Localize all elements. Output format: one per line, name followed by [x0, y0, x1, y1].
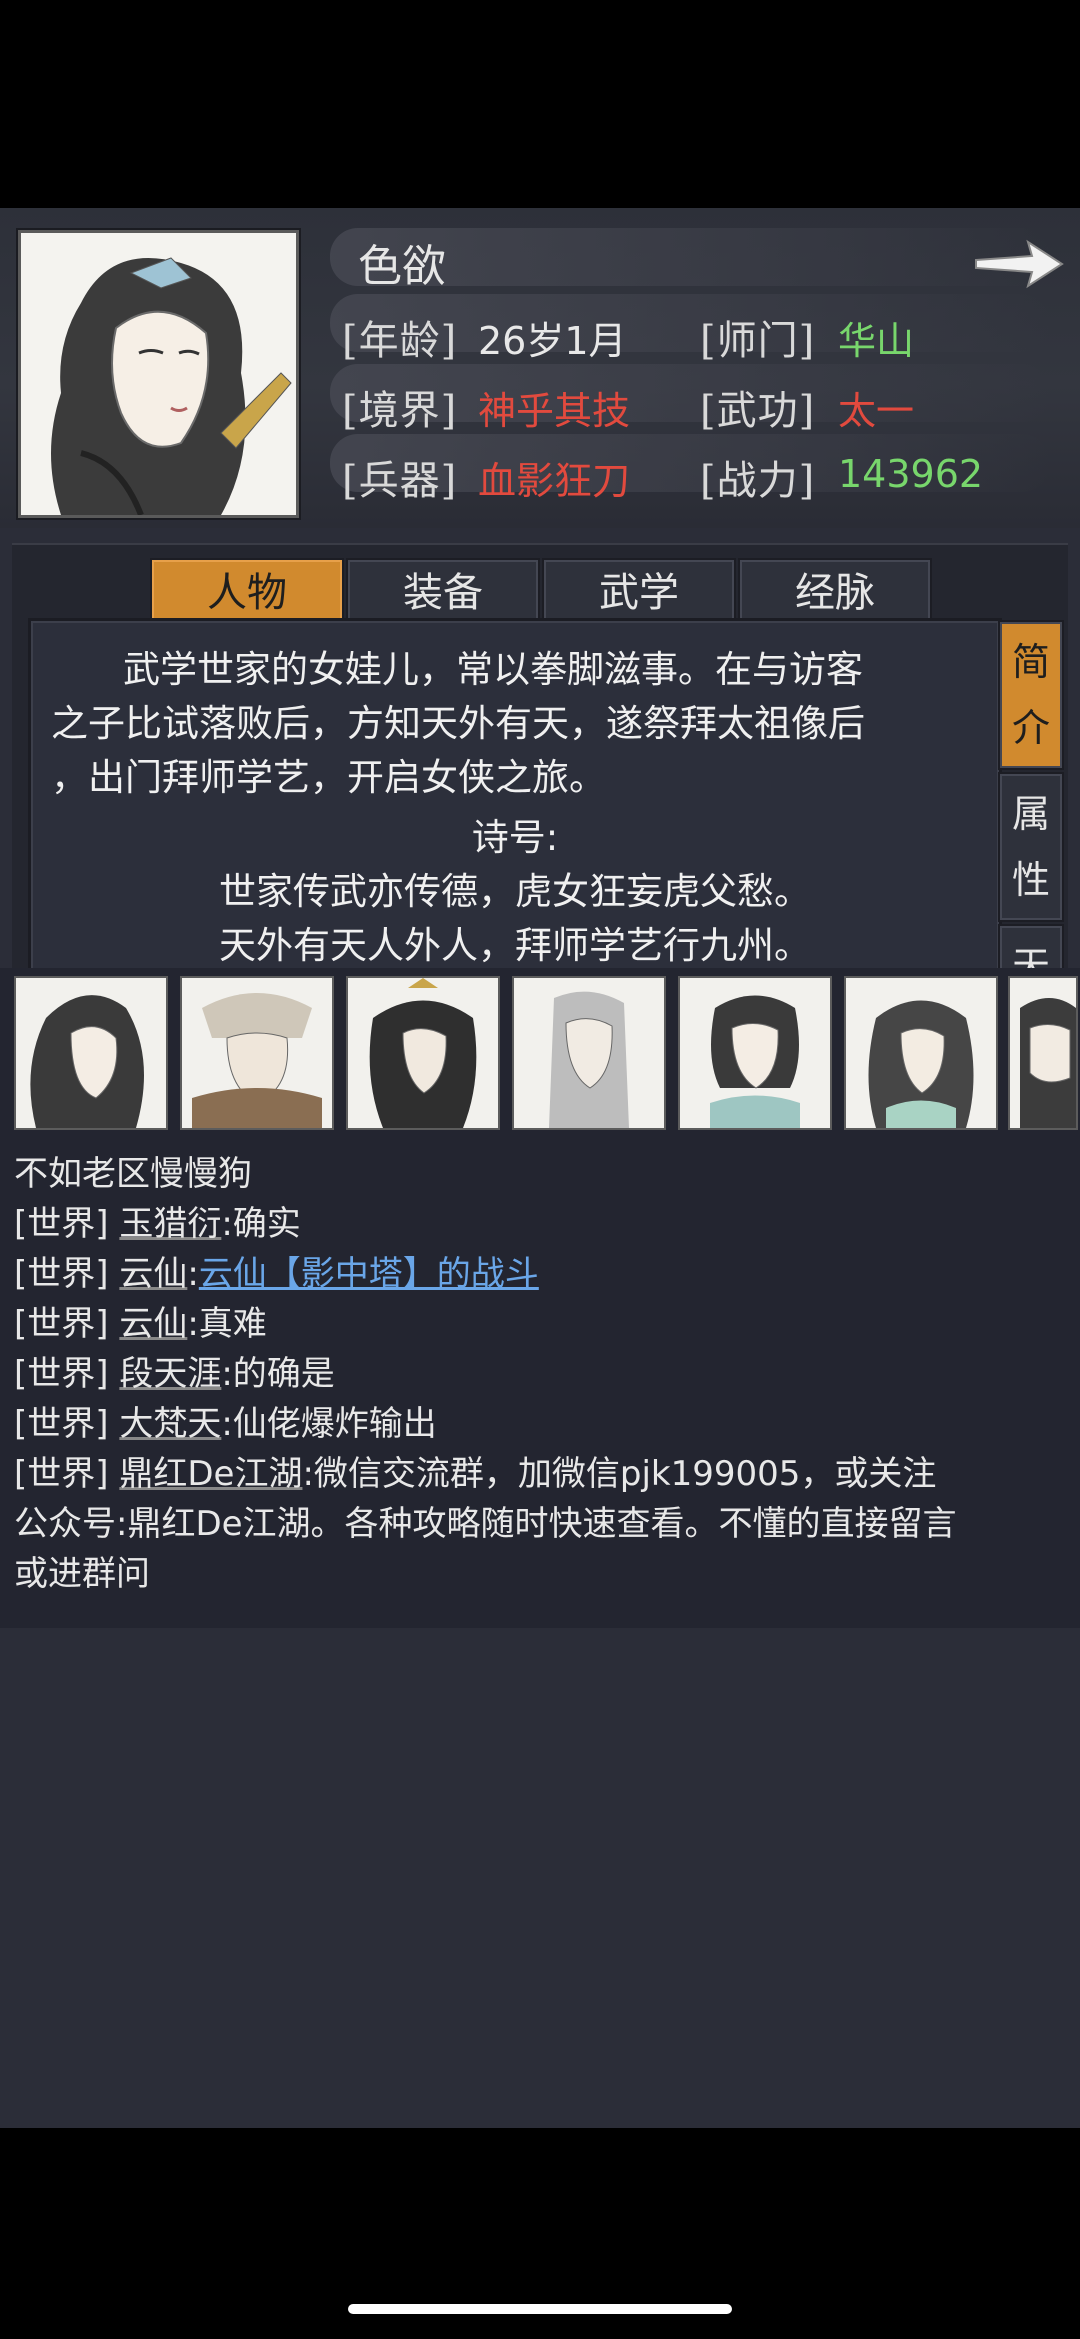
poem-title: 诗号:: [471, 816, 559, 859]
chat-area[interactable]: 不如老区慢慢狗 [世界] 玉猎衍:确实 [世界] 云仙:云仙【影中塔】的战斗 […: [0, 968, 1080, 1628]
sect-label: [师门]: [700, 318, 816, 364]
chat-username[interactable]: 鼎红De江湖: [119, 1454, 302, 1494]
power-label: [战力]: [700, 458, 816, 504]
character-thumbnail[interactable]: [346, 976, 500, 1130]
side-tab-attributes[interactable]: 属 性: [998, 772, 1064, 922]
bio-line-1: 武学世家的女娃儿，常以拳脚滋事。在与访客: [123, 648, 863, 691]
bio-line-3: ，出门拜师学艺，开启女侠之旅。: [51, 756, 606, 799]
chat-message: [世界] 玉猎衍:确实: [14, 1204, 301, 1244]
age-label: [年龄]: [342, 318, 458, 364]
weapon-label: [兵器]: [342, 458, 458, 504]
home-indicator[interactable]: [348, 2304, 732, 2314]
character-screen: 色欲 [年龄] 26岁1月 [师门] 华山 [境界] 神乎其技 [武功] 太一 …: [0, 208, 1080, 2128]
bio-text: 武学世家的女娃儿，常以拳脚滋事。在与访客 之子比试落败后，方知天外有天，遂祭拜太…: [51, 643, 981, 805]
realm-label: [境界]: [342, 388, 458, 434]
realm-value: 神乎其技: [478, 389, 631, 433]
chat-message: [世界] 段天涯:的确是: [14, 1354, 335, 1394]
battle-link[interactable]: 云仙【影中塔】的战斗: [199, 1254, 539, 1294]
poem: 诗号: 世家传武亦传德，虎女狂妄虎父愁。 天外有天人外人，拜师学艺行九州。: [31, 811, 999, 973]
next-arrow-icon[interactable]: [970, 234, 1066, 294]
character-name: 色欲: [358, 241, 446, 292]
bio-line-2: 之子比试落败后，方知天外有天，遂祭拜太祖像后: [51, 702, 865, 745]
character-portrait[interactable]: [18, 230, 299, 518]
chat-message-continued: 公众号:鼎红De江湖。各种攻略随时快速查看。不懂的直接留言: [14, 1504, 957, 1544]
character-header: 色欲 [年龄] 26岁1月 [师门] 华山 [境界] 神乎其技 [武功] 太一 …: [0, 208, 1080, 528]
skill-label: [武功]: [700, 388, 816, 434]
chat-message-continued: 或进群问: [14, 1554, 150, 1594]
poem-line-2: 天外有天人外人，拜师学艺行九州。: [219, 924, 811, 967]
chat-username[interactable]: 段天涯: [119, 1354, 221, 1394]
chat-username[interactable]: 玉猎衍: [119, 1204, 221, 1244]
character-thumbnail[interactable]: [678, 976, 832, 1130]
character-thumbnail[interactable]: [844, 976, 998, 1130]
power-value: 143962: [838, 452, 984, 496]
weapon-value: 血影狂刀: [478, 459, 631, 503]
chat-message: [世界] 大梵天:仙佬爆炸输出: [14, 1404, 437, 1444]
chat-username[interactable]: 大梵天: [119, 1404, 221, 1444]
chat-message: [世界] 云仙:真难: [14, 1304, 267, 1344]
chat-username[interactable]: 云仙: [119, 1254, 187, 1294]
age-value: 26岁1月: [478, 319, 627, 363]
sect-value: 华山: [838, 319, 915, 363]
character-thumbnail[interactable]: [180, 976, 334, 1130]
skill-value: 太一: [838, 389, 915, 433]
side-tab-intro[interactable]: 简 介: [998, 620, 1064, 770]
chat-message: [世界] 鼎红De江湖:微信交流群，加微信pjk199005，或关注: [14, 1454, 937, 1494]
character-thumbnail[interactable]: [1008, 976, 1078, 1130]
chat-message: [世界] 云仙:云仙【影中塔】的战斗: [14, 1254, 539, 1294]
chat-message-partial: 不如老区慢慢狗: [14, 1154, 252, 1194]
chat-username[interactable]: 云仙: [119, 1304, 187, 1344]
character-thumbnail[interactable]: [14, 976, 168, 1130]
poem-line-1: 世家传武亦传德，虎女狂妄虎父愁。: [219, 870, 811, 913]
character-thumbnail[interactable]: [512, 976, 666, 1130]
